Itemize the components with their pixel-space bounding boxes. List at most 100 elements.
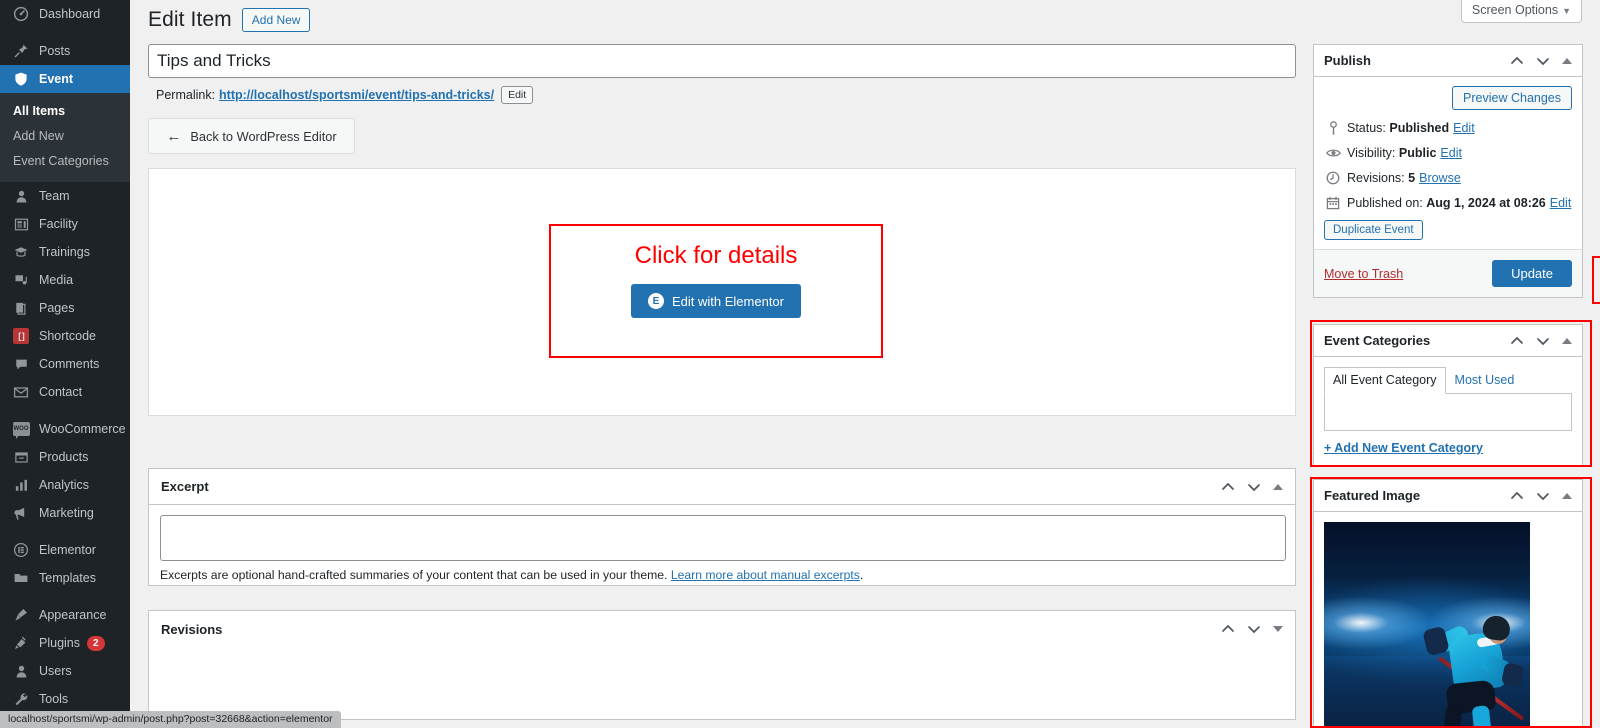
sidebar-item-label: Media <box>39 272 74 287</box>
revisions-metabox-header: Revisions <box>149 611 1295 647</box>
chevron-down-icon[interactable] <box>1536 54 1550 68</box>
chevron-up-icon[interactable] <box>1221 480 1235 494</box>
chevron-down-icon[interactable] <box>1536 334 1550 348</box>
woocommerce-icon: WOO <box>11 419 31 439</box>
metabox-toggles <box>1221 622 1283 636</box>
tab-all-event-category[interactable]: All Event Category <box>1324 367 1446 394</box>
permalink-edit-button[interactable]: Edit <box>501 86 534 104</box>
sidebar-item-label: Tools <box>39 691 69 706</box>
event-categories-title: Event Categories <box>1324 333 1431 348</box>
sidebar-item-shortcode[interactable]: [ ] Shortcode <box>0 322 130 350</box>
comment-icon <box>11 354 31 374</box>
featured-image-metabox: Featured Image <box>1313 479 1583 728</box>
sidebar-item-appearance[interactable]: Appearance <box>0 601 130 629</box>
edit-with-elementor-button[interactable]: E Edit with Elementor <box>631 284 801 318</box>
post-title-input[interactable] <box>148 44 1296 78</box>
visibility-edit-link[interactable]: Edit <box>1440 145 1462 161</box>
sidebar-item-label: Contact <box>39 384 83 399</box>
click-for-details-callout: Click for details E Edit with Elementor <box>549 224 883 358</box>
chevron-up-icon[interactable] <box>1510 489 1524 503</box>
submenu-item-event-categories[interactable]: Event Categories <box>0 149 130 174</box>
chevron-down-icon: ▼ <box>1562 6 1571 16</box>
excerpt-title: Excerpt <box>161 479 209 494</box>
sidebar-item-plugins[interactable]: Plugins 2 <box>0 629 130 657</box>
sidebar-item-users[interactable]: Users <box>0 657 130 685</box>
sidebar-item-facility[interactable]: Facility <box>0 210 130 238</box>
back-button-label: Back to WordPress Editor <box>190 128 337 144</box>
collapse-toggle-icon[interactable] <box>1562 57 1572 64</box>
featured-image-thumbnail[interactable] <box>1324 522 1530 728</box>
metabox-toggles <box>1510 54 1572 68</box>
chevron-down-icon[interactable] <box>1536 489 1550 503</box>
chevron-up-icon[interactable] <box>1510 54 1524 68</box>
collapse-toggle-icon[interactable] <box>1562 492 1572 499</box>
sidebar-item-media[interactable]: Media <box>0 266 130 294</box>
sidebar-item-posts[interactable]: Posts <box>0 37 130 65</box>
chevron-down-icon[interactable] <box>1247 622 1261 636</box>
update-button-highlight <box>1592 256 1600 304</box>
sidebar-item-marketing[interactable]: Marketing <box>0 499 130 527</box>
excerpt-metabox: Excerpt Excerpts are optional hand-craft… <box>148 468 1296 586</box>
sidebar-item-label: Trainings <box>39 244 90 259</box>
submenu-item-all-items[interactable]: All Items <box>0 99 130 124</box>
duplicate-event-button[interactable]: Duplicate Event <box>1324 220 1423 240</box>
sidebar-item-label: Comments <box>39 356 100 371</box>
event-categories-metabox: Event Categories All Event Category Most… <box>1313 324 1583 466</box>
sidebar-item-elementor[interactable]: Elementor <box>0 536 130 564</box>
sidebar-item-comments[interactable]: Comments <box>0 350 130 378</box>
sidebar-item-pages[interactable]: Pages <box>0 294 130 322</box>
pin-status-icon <box>1324 121 1342 135</box>
category-list-panel[interactable] <box>1324 393 1572 431</box>
permalink-link[interactable]: http://localhost/sportsmi/event/tips-and… <box>219 88 494 102</box>
chevron-up-icon[interactable] <box>1221 622 1235 636</box>
sidebar-item-templates[interactable]: Templates <box>0 564 130 592</box>
status-value: Published <box>1389 121 1450 135</box>
revisions-metabox: Revisions <box>148 610 1296 720</box>
sidebar-item-label: Team <box>39 188 70 203</box>
admin-sidebar: Dashboard Posts Event All Items Add New … <box>0 0 130 728</box>
tab-most-used[interactable]: Most Used <box>1446 367 1524 393</box>
published-on-edit-link[interactable]: Edit <box>1550 195 1572 211</box>
excerpt-textarea[interactable] <box>160 515 1286 561</box>
preview-changes-button[interactable]: Preview Changes <box>1452 86 1572 110</box>
submenu-item-add-new[interactable]: Add New <box>0 124 130 149</box>
screen-options-toggle[interactable]: Screen Options ▼ <box>1460 0 1582 23</box>
sidebar-item-analytics[interactable]: Analytics <box>0 471 130 499</box>
sidebar-item-team[interactable]: Team <box>0 182 130 210</box>
clock-icon <box>1324 171 1342 185</box>
add-new-button[interactable]: Add New <box>241 8 311 32</box>
revisions-title: Revisions <box>161 621 223 637</box>
pin-icon <box>11 41 31 61</box>
chevron-down-icon[interactable] <box>1247 480 1261 494</box>
sidebar-item-label: Dashboard <box>39 6 101 21</box>
status-label: Status: <box>1347 121 1386 135</box>
publish-metabox: Publish Preview Changes Status: Publishe… <box>1313 44 1583 298</box>
chevron-up-icon[interactable] <box>1510 334 1524 348</box>
sidebar-item-products[interactable]: Products <box>0 443 130 471</box>
update-button[interactable]: Update <box>1492 260 1572 287</box>
manual-excerpts-link[interactable]: Learn more about manual excerpts <box>671 568 860 582</box>
back-to-wordpress-editor-button[interactable]: ← Back to WordPress Editor <box>148 118 355 154</box>
sidebar-item-woocommerce[interactable]: WOO WooCommerce <box>0 415 130 443</box>
collapse-toggle-icon[interactable] <box>1273 626 1283 632</box>
publish-revisions-row: Revisions: 5 Browse <box>1324 170 1572 186</box>
elementor-button-label: Edit with Elementor <box>672 293 784 309</box>
status-edit-link[interactable]: Edit <box>1453 120 1475 136</box>
user-icon <box>11 661 31 681</box>
collapse-toggle-icon[interactable] <box>1562 337 1572 344</box>
sidebar-item-dashboard[interactable]: Dashboard <box>0 0 130 28</box>
revisions-browse-link[interactable]: Browse <box>1419 170 1461 186</box>
menu-separator <box>0 406 130 415</box>
add-new-event-category-link[interactable]: + Add New Event Category <box>1324 441 1572 455</box>
move-to-trash-link[interactable]: Move to Trash <box>1324 267 1403 281</box>
publish-footer: Move to Trash Update <box>1314 249 1582 297</box>
page-title: Edit Item <box>148 8 232 31</box>
collapse-toggle-icon[interactable] <box>1273 483 1283 490</box>
metabox-toggles <box>1510 334 1572 348</box>
sidebar-item-event[interactable]: Event <box>0 65 130 93</box>
published-on-label: Published on: <box>1347 196 1423 210</box>
sidebar-item-label: WooCommerce <box>39 421 126 436</box>
sidebar-item-trainings[interactable]: Trainings <box>0 238 130 266</box>
sidebar-item-contact[interactable]: Contact <box>0 378 130 406</box>
sidebar-item-tools[interactable]: Tools <box>0 685 130 713</box>
